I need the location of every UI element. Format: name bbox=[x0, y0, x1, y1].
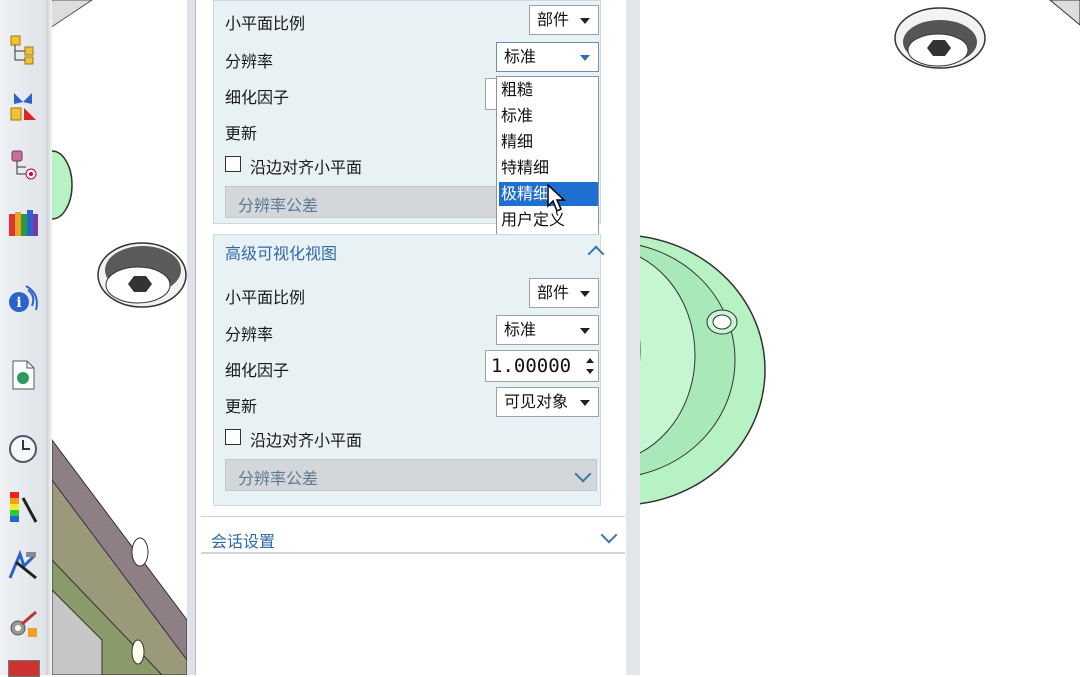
adv-facet-ratio-value: 部件 bbox=[537, 283, 570, 302]
chevron-down-icon bbox=[580, 18, 590, 24]
process-icon[interactable] bbox=[6, 606, 40, 640]
dropdown-option-standard[interactable]: 标准 bbox=[499, 104, 598, 128]
spinner-buttons[interactable] bbox=[582, 351, 598, 381]
analysis-icon[interactable] bbox=[6, 490, 40, 524]
cad-model-left bbox=[52, 0, 187, 675]
adv-resolution-value: 标准 bbox=[504, 320, 537, 339]
adv-facet-ratio-select[interactable]: 部件 bbox=[529, 278, 599, 308]
advanced-visualization-title: 高级可视化视图 bbox=[225, 244, 338, 263]
resolution-label: 分辨率 bbox=[225, 52, 274, 71]
history-icon[interactable] bbox=[6, 432, 40, 466]
adv-refine-factor-input[interactable]: 1.00000 bbox=[485, 350, 599, 382]
edge-align-label: 沿边对齐小平面 bbox=[250, 158, 363, 177]
resolution-tolerance-label: 分辨率公差 bbox=[238, 196, 319, 215]
facet-ratio-value: 部件 bbox=[537, 10, 570, 29]
chevron-down-icon bbox=[574, 465, 592, 483]
adv-refine-factor-label: 细化因子 bbox=[225, 361, 290, 380]
resolution-value: 标准 bbox=[504, 47, 537, 66]
adv-update-value: 可见对象 bbox=[504, 392, 569, 411]
divider bbox=[201, 516, 625, 517]
svg-text:i: i bbox=[16, 295, 21, 311]
adv-facet-ratio-label: 小平面比例 bbox=[225, 288, 306, 307]
partial-toolbar-icon[interactable] bbox=[8, 660, 40, 677]
spin-up-icon[interactable] bbox=[586, 358, 594, 363]
adv-update-label: 更新 bbox=[225, 397, 258, 416]
adv-update-select[interactable]: 可见对象 bbox=[496, 387, 599, 417]
dropdown-option-rough[interactable]: 粗糙 bbox=[499, 78, 598, 102]
dropdown-option-extra-fine[interactable]: 特精细 bbox=[499, 156, 598, 180]
chevron-down-icon bbox=[580, 55, 590, 61]
edge-align-checkbox[interactable] bbox=[225, 156, 241, 172]
session-settings-title: 会话设置 bbox=[211, 532, 276, 551]
graphics-window-right[interactable] bbox=[640, 0, 1080, 675]
preferences-dialog: 小平面比例 部件 分辨率 标准 细化因子 更新 沿边对齐小平面 分辨率公差 粗糙… bbox=[187, 0, 640, 675]
roles-icon[interactable] bbox=[6, 548, 40, 582]
chevron-down-icon bbox=[580, 400, 590, 406]
info-icon[interactable]: i bbox=[6, 282, 40, 316]
reuse-library-icon[interactable] bbox=[6, 206, 40, 240]
adv-resolution-select[interactable]: 标准 bbox=[496, 315, 599, 345]
assembly-navigator-icon[interactable] bbox=[6, 32, 40, 66]
resolution-select[interactable]: 标准 bbox=[496, 42, 599, 72]
spin-down-icon[interactable] bbox=[586, 369, 594, 374]
chevron-down-icon bbox=[580, 328, 590, 334]
adv-resolution-tolerance-subsection[interactable]: 分辨率公差 bbox=[225, 459, 597, 491]
chevron-down-icon bbox=[580, 291, 590, 297]
part-navigator-icon[interactable] bbox=[6, 148, 40, 182]
constraint-icon[interactable] bbox=[6, 90, 40, 124]
session-settings-header[interactable]: 会话设置 bbox=[201, 518, 625, 554]
update-label: 更新 bbox=[225, 124, 258, 143]
facet-ratio-label: 小平面比例 bbox=[225, 14, 306, 33]
refine-factor-label: 细化因子 bbox=[225, 88, 290, 107]
adv-refine-factor-value: 1.00000 bbox=[491, 355, 572, 377]
facet-ratio-select[interactable]: 部件 bbox=[529, 5, 599, 35]
adv-edge-align-checkbox[interactable] bbox=[225, 429, 241, 445]
adv-resolution-tolerance-label: 分辨率公差 bbox=[238, 469, 319, 488]
dropdown-option-fine[interactable]: 精细 bbox=[499, 130, 598, 154]
cad-model-right bbox=[640, 0, 1080, 505]
chevron-down-icon bbox=[600, 526, 618, 544]
adv-edge-align-label: 沿边对齐小平面 bbox=[250, 431, 363, 450]
graphics-window-left[interactable] bbox=[52, 0, 187, 675]
dialog-scroll-strip bbox=[626, 0, 640, 675]
adv-resolution-label: 分辨率 bbox=[225, 325, 274, 344]
mouse-cursor-icon bbox=[547, 184, 566, 213]
document-icon[interactable] bbox=[6, 358, 40, 392]
resource-toolbar: i bbox=[0, 0, 52, 677]
